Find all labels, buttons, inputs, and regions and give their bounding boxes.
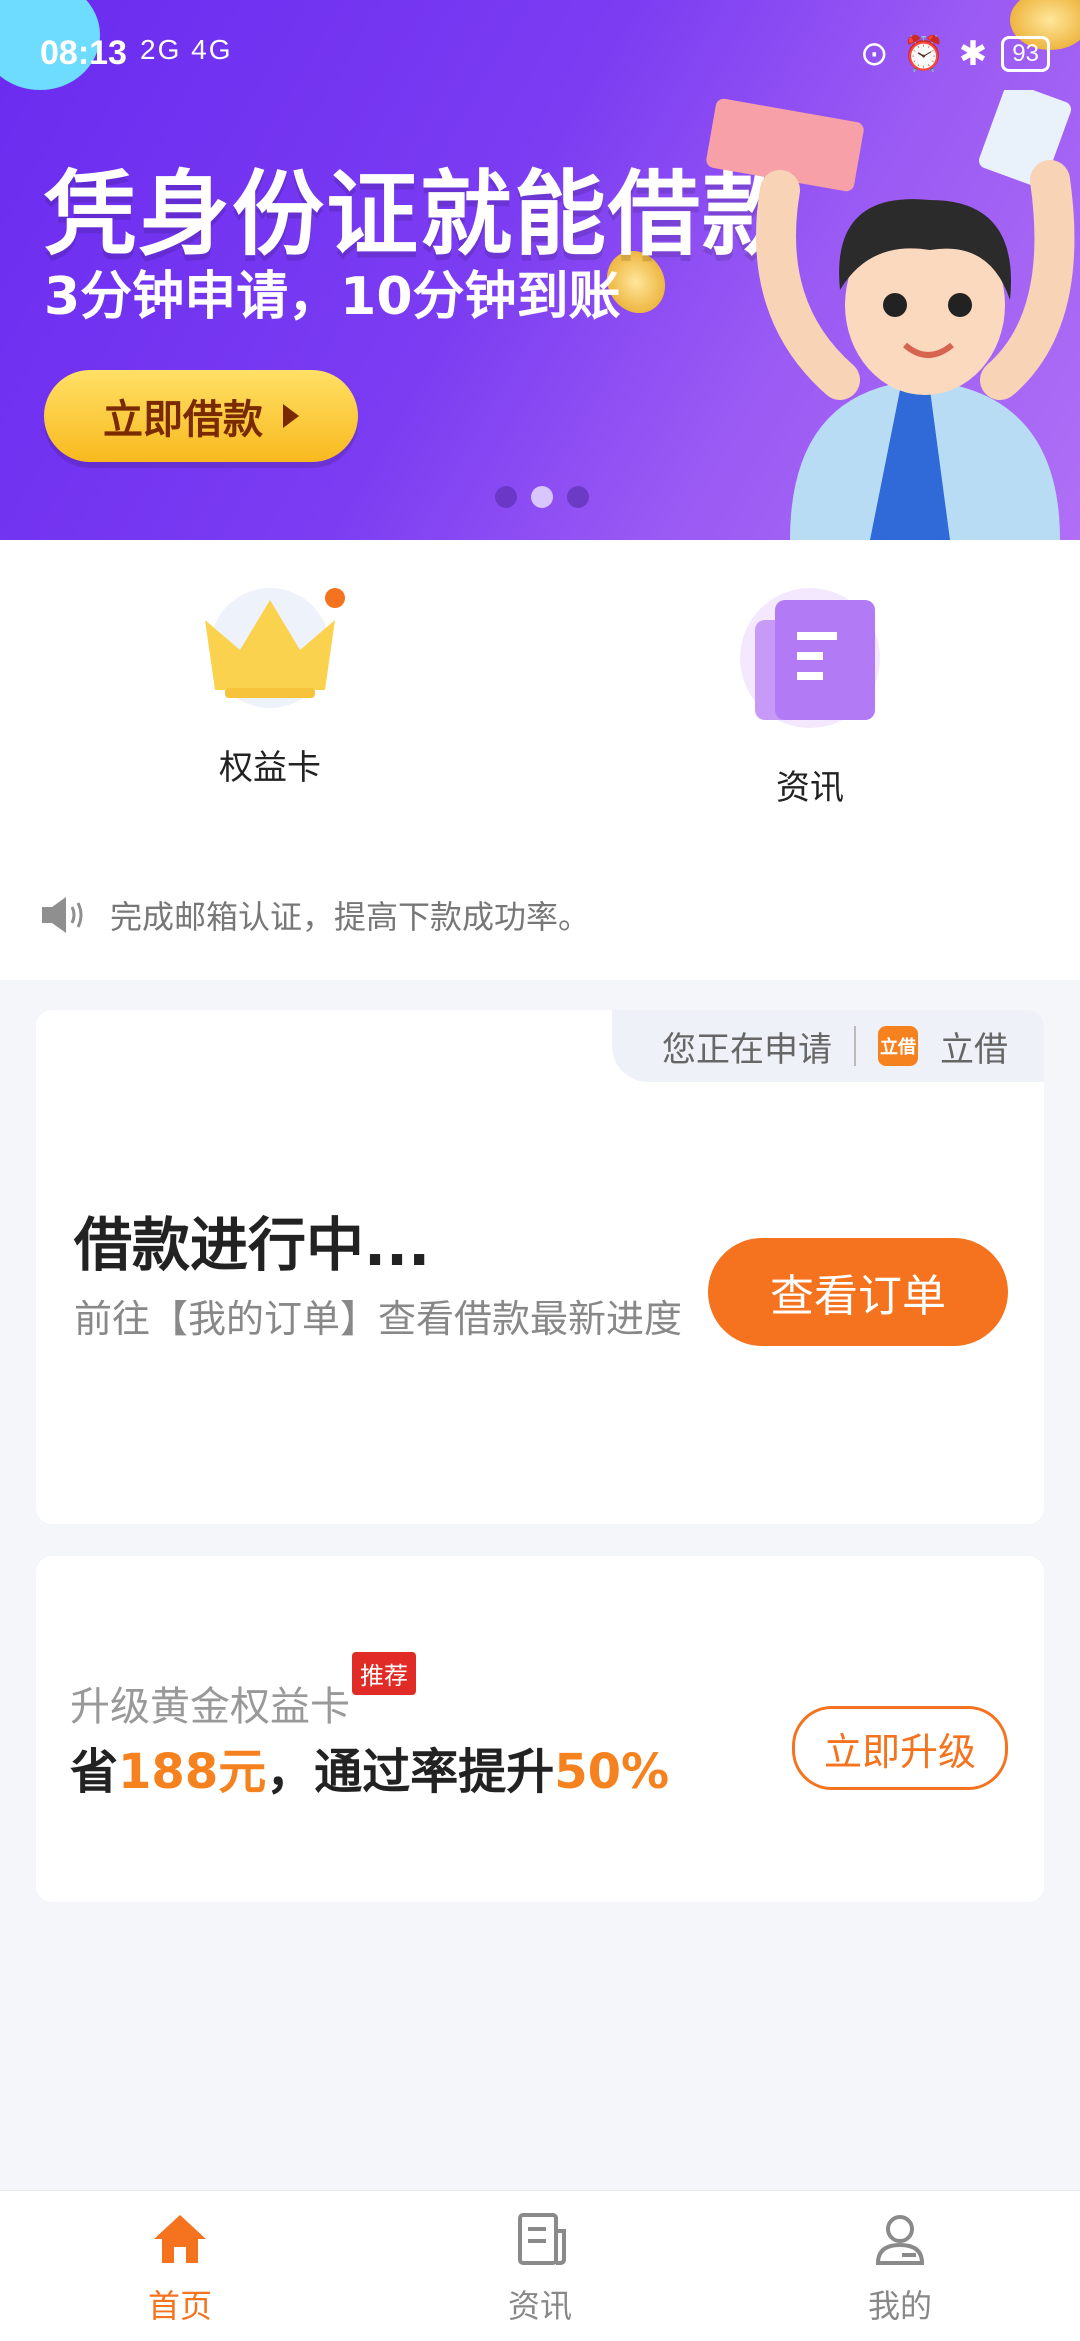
divider xyxy=(854,1026,856,1066)
loan-status-title: 借款进行中... xyxy=(74,1211,431,1279)
nav-tab-label: 首页 xyxy=(147,2287,212,2325)
status-bar: 08:13 2G 4G ⊙ ⏰ ✱ 93 xyxy=(40,34,1050,84)
upgrade-headline: 省188元，通过率提升50% xyxy=(70,1732,669,1802)
app-logo: 立借 xyxy=(878,1026,918,1066)
carousel-dot[interactable] xyxy=(567,486,589,508)
loan-status-card: 您正在申请 立借 立借 借款进行中... 前往【我的订单】查看借款最新进度 查看… xyxy=(36,1010,1044,1524)
lock-icon: ⊙ xyxy=(859,35,889,73)
upgrade-card: 升级黄金权益卡 推荐 省188元，通过率提升50% 立即升级 xyxy=(36,1556,1044,1902)
carousel-dot-active[interactable] xyxy=(531,486,553,508)
quick-link-label: 权益卡 xyxy=(219,748,321,788)
promo-banner[interactable]: 08:13 2G 4G ⊙ ⏰ ✱ 93 凭身份证就能借款 3分钟申请，10分钟… xyxy=(0,0,1080,540)
alarm-icon: ⏰ xyxy=(902,35,945,73)
document-icon xyxy=(740,588,880,728)
quick-links-section: 权益卡 资讯 完成邮箱认证，提高下款成功率。 xyxy=(0,540,1080,980)
applying-label: 您正在申请 xyxy=(662,1029,832,1070)
app-name: 立借 xyxy=(940,1029,1008,1070)
notice-bar[interactable]: 完成邮箱认证，提高下款成功率。 xyxy=(40,892,590,938)
quick-link-label: 资讯 xyxy=(776,768,844,808)
borrow-now-label: 立即借款 xyxy=(103,397,263,443)
speaker-icon xyxy=(42,897,83,933)
carousel-indicator[interactable] xyxy=(495,486,589,508)
nav-tab-label: 我的 xyxy=(867,2287,932,2325)
battery-icon: 93 xyxy=(1001,36,1050,72)
status-time: 08:13 xyxy=(40,34,127,72)
profile-icon xyxy=(875,2215,925,2265)
bottom-navigation: 首页 资讯 我的 xyxy=(0,2190,1080,2341)
upgrade-now-button[interactable]: 立即升级 xyxy=(792,1706,1008,1790)
nav-tab-home[interactable]: 首页 xyxy=(0,2191,360,2341)
loan-status-description: 前往【我的订单】查看借款最新进度 xyxy=(74,1297,683,1341)
pass-rate-value: 50% xyxy=(554,1744,670,1800)
nav-tab-label: 资讯 xyxy=(507,2287,572,2325)
notice-text: 完成邮箱认证，提高下款成功率。 xyxy=(110,898,591,936)
borrow-now-button[interactable]: 立即借款 xyxy=(44,370,358,462)
pass-rate-text: ，通过率提升 xyxy=(266,1744,555,1800)
save-amount: 188元 xyxy=(118,1744,267,1800)
play-arrow-icon xyxy=(283,404,299,428)
crown-icon xyxy=(205,588,345,708)
applying-badge: 您正在申请 立借 立借 xyxy=(612,1010,1044,1082)
recommend-badge: 推荐 xyxy=(352,1652,416,1695)
banner-subtitle: 3分钟申请，10分钟到账 xyxy=(44,267,621,327)
signal-icon: 2G 4G xyxy=(140,34,233,65)
save-text: 省 xyxy=(70,1744,119,1800)
view-order-button[interactable]: 查看订单 xyxy=(708,1238,1008,1346)
quick-link-benefit-card[interactable]: 权益卡 xyxy=(150,580,390,789)
cartoon-man-illustration xyxy=(706,90,1075,540)
upgrade-subtitle: 升级黄金权益卡 xyxy=(70,1684,350,1730)
home-icon xyxy=(154,2215,206,2263)
quick-link-news[interactable]: 资讯 xyxy=(690,580,930,809)
carousel-dot[interactable] xyxy=(495,486,517,508)
news-icon xyxy=(518,2213,566,2265)
nav-tab-news[interactable]: 资讯 xyxy=(360,2191,720,2341)
nav-tab-profile[interactable]: 我的 xyxy=(720,2191,1080,2341)
bluetooth-icon: ✱ xyxy=(958,35,988,73)
